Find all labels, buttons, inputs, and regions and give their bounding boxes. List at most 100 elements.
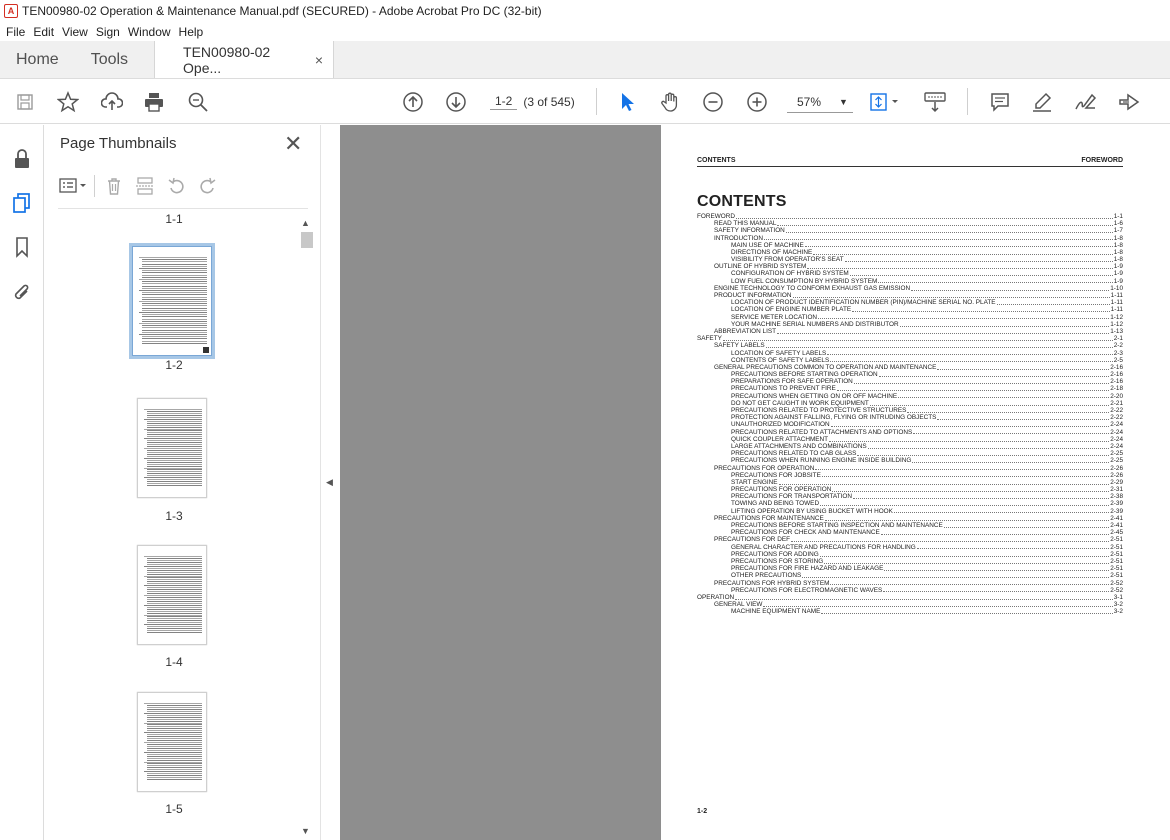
- toc-entry[interactable]: LOW FUEL CONSUMPTION BY HYBRID SYSTEM 1-9: [697, 278, 1123, 285]
- toc-entry[interactable]: PRODUCT INFORMATION 1-11: [697, 292, 1123, 299]
- toc-entry[interactable]: FOREWORD 1-1: [697, 213, 1123, 220]
- toc-entry[interactable]: PRECAUTIONS FOR STORING 2-51: [697, 558, 1123, 565]
- toc-entry[interactable]: START ENGINE 2-29: [697, 479, 1123, 486]
- fit-page-icon[interactable]: [866, 79, 904, 124]
- hand-icon[interactable]: [656, 79, 684, 124]
- delete-page-icon[interactable]: [105, 176, 123, 196]
- tab-document[interactable]: TEN00980-02 Ope... ×: [154, 41, 335, 78]
- rotate-left-icon[interactable]: [167, 176, 187, 196]
- sign-icon[interactable]: [1070, 79, 1100, 124]
- toc-entry[interactable]: OTHER PRECAUTIONS 2-51: [697, 572, 1123, 579]
- toc-entry[interactable]: INTRODUCTION 1-8: [697, 235, 1123, 242]
- toc-entry[interactable]: CONFIGURATION OF HYBRID SYSTEM 1-9: [697, 270, 1123, 278]
- current-page-input[interactable]: 1-2: [490, 94, 518, 110]
- toc-entry[interactable]: VISIBILITY FROM OPERATOR'S SEAT 1-8: [697, 256, 1123, 263]
- toc-entry[interactable]: DIRECTIONS OF MACHINE 1-8: [697, 249, 1123, 256]
- highlight-icon[interactable]: [1028, 79, 1056, 124]
- zoom-in-icon[interactable]: [744, 79, 770, 124]
- toc-entry[interactable]: ENGINE TECHNOLOGY TO CONFORM EXHAUST GAS…: [697, 285, 1123, 292]
- toc-entry[interactable]: PRECAUTIONS FOR JOBSITE 2-26: [697, 472, 1123, 479]
- toc-entry[interactable]: LOCATION OF ENGINE NUMBER PLATE 1-11: [697, 306, 1123, 313]
- menu-window[interactable]: Window: [128, 25, 171, 39]
- toc-entry[interactable]: MACHINE EQUIPMENT NAME 3-2: [697, 608, 1123, 615]
- toc-entry[interactable]: SAFETY INFORMATION 1-7: [697, 227, 1123, 234]
- toc-entry[interactable]: LOCATION OF SAFETY LABELS 2-3: [697, 350, 1123, 357]
- page-thumbnail[interactable]: [137, 545, 207, 645]
- thumbnail-view-marker[interactable]: [203, 347, 209, 353]
- toc-entry[interactable]: CONTENTS OF SAFETY LABELS 2-5: [697, 357, 1123, 364]
- toc-entry[interactable]: PRECAUTIONS WHEN RUNNING ENGINE INSIDE B…: [697, 457, 1123, 464]
- toc-entry[interactable]: PRECAUTIONS FOR ADDING 2-51: [697, 551, 1123, 558]
- page-thumbnail[interactable]: [137, 398, 207, 498]
- close-tab-icon[interactable]: ×: [315, 52, 323, 68]
- toc-entry[interactable]: PRECAUTIONS FOR FIRE HAZARD AND LEAKAGE 2…: [697, 565, 1123, 572]
- menu-edit[interactable]: Edit: [33, 25, 54, 39]
- menu-sign[interactable]: Sign: [96, 25, 120, 39]
- menu-file[interactable]: File: [6, 25, 25, 39]
- toc-entry[interactable]: PRECAUTIONS FOR OPERATION 2-26: [697, 465, 1123, 472]
- tab-home[interactable]: Home: [0, 41, 75, 78]
- toc-entry[interactable]: YOUR MACHINE SERIAL NUMBERS AND DISTRIBU…: [697, 321, 1123, 328]
- menu-help[interactable]: Help: [179, 25, 204, 39]
- toc-entry[interactable]: SAFETY 2-1: [697, 335, 1123, 342]
- close-icon[interactable]: ✕: [284, 131, 302, 157]
- scroll-up-icon[interactable]: ▲: [301, 218, 310, 228]
- page-up-icon[interactable]: [400, 79, 426, 124]
- toc-entry[interactable]: PREPARATIONS FOR SAFE OPERATION 2-16: [697, 378, 1123, 385]
- toc-entry[interactable]: GENERAL CHARACTER AND PRECAUTIONS FOR HA…: [697, 544, 1123, 551]
- toc-entry[interactable]: READ THIS MANUAL 1-6: [697, 220, 1123, 227]
- tab-tools[interactable]: Tools: [75, 41, 144, 78]
- toc-entry[interactable]: PRECAUTIONS RELATED TO ATTACHMENTS AND O…: [697, 429, 1123, 436]
- toc-entry[interactable]: PRECAUTIONS FOR HYBRID SYSTEM 2-52: [697, 580, 1123, 587]
- toc-entry[interactable]: ABBREVIATION LIST 1-13: [697, 328, 1123, 335]
- toc-entry[interactable]: DO NOT GET CAUGHT IN WORK EQUIPMENT 2-21: [697, 400, 1123, 407]
- scroll-mode-icon[interactable]: [920, 79, 950, 124]
- thumbnail-scrollbar[interactable]: ▲ ▼: [300, 218, 314, 840]
- toc-entry[interactable]: UNAUTHORIZED MODIFICATION 2-24: [697, 421, 1123, 428]
- rotate-right-icon[interactable]: [197, 176, 217, 196]
- collapse-panel-icon[interactable]: ◀: [326, 477, 333, 488]
- toc-entry[interactable]: OUTLINE OF HYBRID SYSTEM 1-9: [697, 263, 1123, 270]
- toc-entry[interactable]: PROTECTION AGAINST FALLING, FLYING OR IN…: [697, 414, 1123, 421]
- toc-entry[interactable]: GENERAL VIEW 3-2: [697, 601, 1123, 608]
- toc-entry[interactable]: PRECAUTIONS FOR MAINTENANCE 2-41: [697, 515, 1123, 522]
- toc-entry[interactable]: LARGE ATTACHMENTS AND COMBINATIONS 2-24: [697, 443, 1123, 450]
- pointer-icon[interactable]: [614, 79, 640, 124]
- zoom-out-icon[interactable]: [700, 79, 726, 124]
- scroll-down-icon[interactable]: ▼: [301, 826, 310, 836]
- toc-entry[interactable]: PRECAUTIONS WHEN GETTING ON OR OFF MACHI…: [697, 393, 1123, 400]
- share-tools-icon[interactable]: [1114, 79, 1144, 124]
- toc-entry[interactable]: PRECAUTIONS FOR ELECTROMAGNETIC WAVES 2-5…: [697, 587, 1123, 594]
- comment-icon[interactable]: [986, 79, 1014, 124]
- insert-page-icon[interactable]: [135, 176, 155, 196]
- page-thumbnails-icon[interactable]: [10, 191, 34, 215]
- attachment-icon[interactable]: [10, 281, 34, 305]
- toc-entry[interactable]: LOCATION OF PRODUCT IDENTIFICATION NUMBE…: [697, 299, 1123, 306]
- scrollbar-thumb[interactable]: [301, 232, 313, 248]
- search-zoom-icon[interactable]: [184, 79, 212, 124]
- toc-entry[interactable]: PRECAUTIONS FOR CHECK AND MAINTENANCE 2-4…: [697, 529, 1123, 536]
- toc-entry[interactable]: MAIN USE OF MACHINE 1-8: [697, 242, 1123, 249]
- toc-entry[interactable]: PRECAUTIONS BEFORE STARTING OPERATION 2-1…: [697, 371, 1123, 378]
- bookmark-star-icon[interactable]: [54, 79, 82, 124]
- panel-splitter[interactable]: ◀: [320, 125, 340, 840]
- toc-entry[interactable]: GENERAL PRECAUTIONS COMMON TO OPERATION …: [697, 364, 1123, 371]
- toc-entry[interactable]: PRECAUTIONS BEFORE STARTING INSPECTION A…: [697, 522, 1123, 529]
- page-thumbnail[interactable]: [137, 692, 207, 792]
- toc-entry[interactable]: TOWING AND BEING TOWED 2-39: [697, 500, 1123, 508]
- toc-entry[interactable]: SERVICE METER LOCATION 1-12: [697, 314, 1123, 321]
- zoom-level-select[interactable]: 57% ▼: [787, 91, 853, 113]
- lock-icon[interactable]: [10, 147, 34, 171]
- document-viewer[interactable]: CONTENTS FOREWORD CONTENTS FOREWORD 1-1 RE…: [340, 125, 1170, 840]
- toc-entry[interactable]: QUICK COUPLER ATTACHMENT 2-24: [697, 436, 1123, 443]
- toc-entry[interactable]: PRECAUTIONS FOR TRANSPORTATION 2-38: [697, 493, 1123, 500]
- save-icon[interactable]: [12, 79, 38, 124]
- toc-entry[interactable]: PRECAUTIONS FOR OPERATION 2-31: [697, 486, 1123, 493]
- bookmark-icon[interactable]: [10, 235, 34, 259]
- toc-entry[interactable]: OPERATION 3-1: [697, 594, 1123, 601]
- toc-entry[interactable]: PRECAUTIONS FOR DEF 2-51: [697, 536, 1123, 543]
- upload-icon[interactable]: [98, 79, 126, 124]
- page-down-icon[interactable]: [443, 79, 469, 124]
- toc-entry[interactable]: SAFETY LABELS 2-2: [697, 342, 1123, 349]
- menu-view[interactable]: View: [62, 25, 88, 39]
